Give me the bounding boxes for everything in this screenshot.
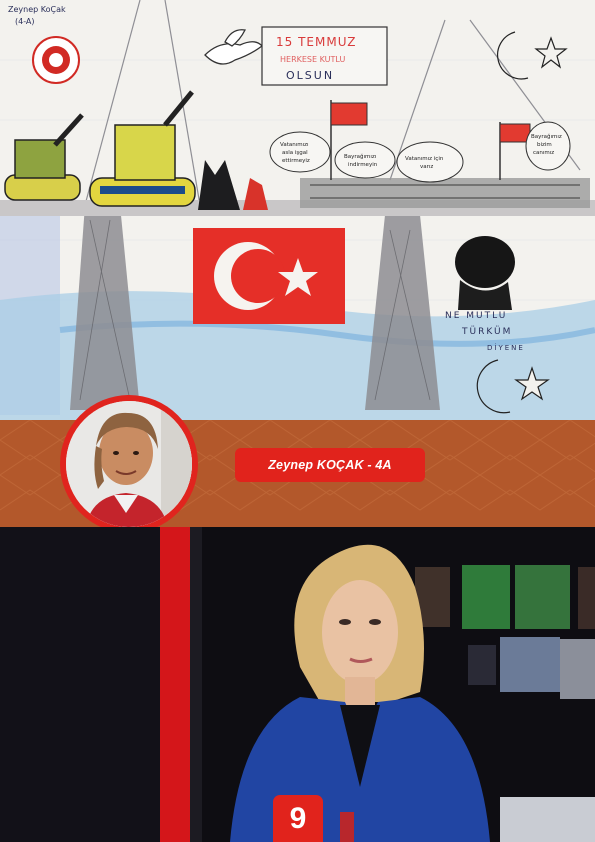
student-name-label: Zeynep KOÇAK - 4A xyxy=(235,448,425,482)
bubble-4-line-2: bizim xyxy=(537,142,552,148)
student-photo xyxy=(66,401,192,527)
quote-line-2: TÜRKÜM xyxy=(461,326,512,337)
bubble-4-line-1: Bayrağımız xyxy=(531,133,562,140)
quote-line-3: DİYENE xyxy=(487,343,525,352)
bubble-3-line-1: Vatanımız için xyxy=(405,156,444,162)
turkish-flag-icon xyxy=(193,228,345,324)
quote-line-1: NE MUTLU xyxy=(445,311,507,321)
student-drawing: Zeynep KoÇak (4-A) 15 TEMMUZ HERKESE KUT… xyxy=(0,0,595,420)
bubble-1-line-3: ettirmeyiz xyxy=(282,158,310,164)
drawing-art: Zeynep KoÇak (4-A) 15 TEMMUZ HERKESE KUT… xyxy=(0,0,595,420)
bubble-4-line-3: canımız xyxy=(533,150,554,156)
page-number: 9 xyxy=(273,795,323,842)
bubble-1-line-1: Vatanımızı xyxy=(280,142,309,148)
date-sign-line-2: HERKESE KUTLU xyxy=(280,55,345,64)
school-logo xyxy=(32,36,80,84)
date-sign-line-3: OLSUN xyxy=(286,69,334,82)
artist-class-tag: (4-A) xyxy=(15,17,35,26)
student-portrait xyxy=(66,401,192,527)
bubble-3-line-2: varız xyxy=(420,164,433,170)
bubble-2-line-1: Bayrağımızı xyxy=(344,153,377,160)
magazine-page: Zeynep KoÇak (4-A) 15 TEMMUZ HERKESE KUT… xyxy=(0,0,595,842)
date-sign-line-1: 15 TEMMUZ xyxy=(276,35,357,49)
bubble-1-line-2: asla işgal xyxy=(282,150,308,156)
ataturk-portrait-icon xyxy=(455,236,515,310)
artist-tag: Zeynep KoÇak xyxy=(8,5,66,14)
bubble-2-line-2: indirmeyin xyxy=(348,162,378,168)
